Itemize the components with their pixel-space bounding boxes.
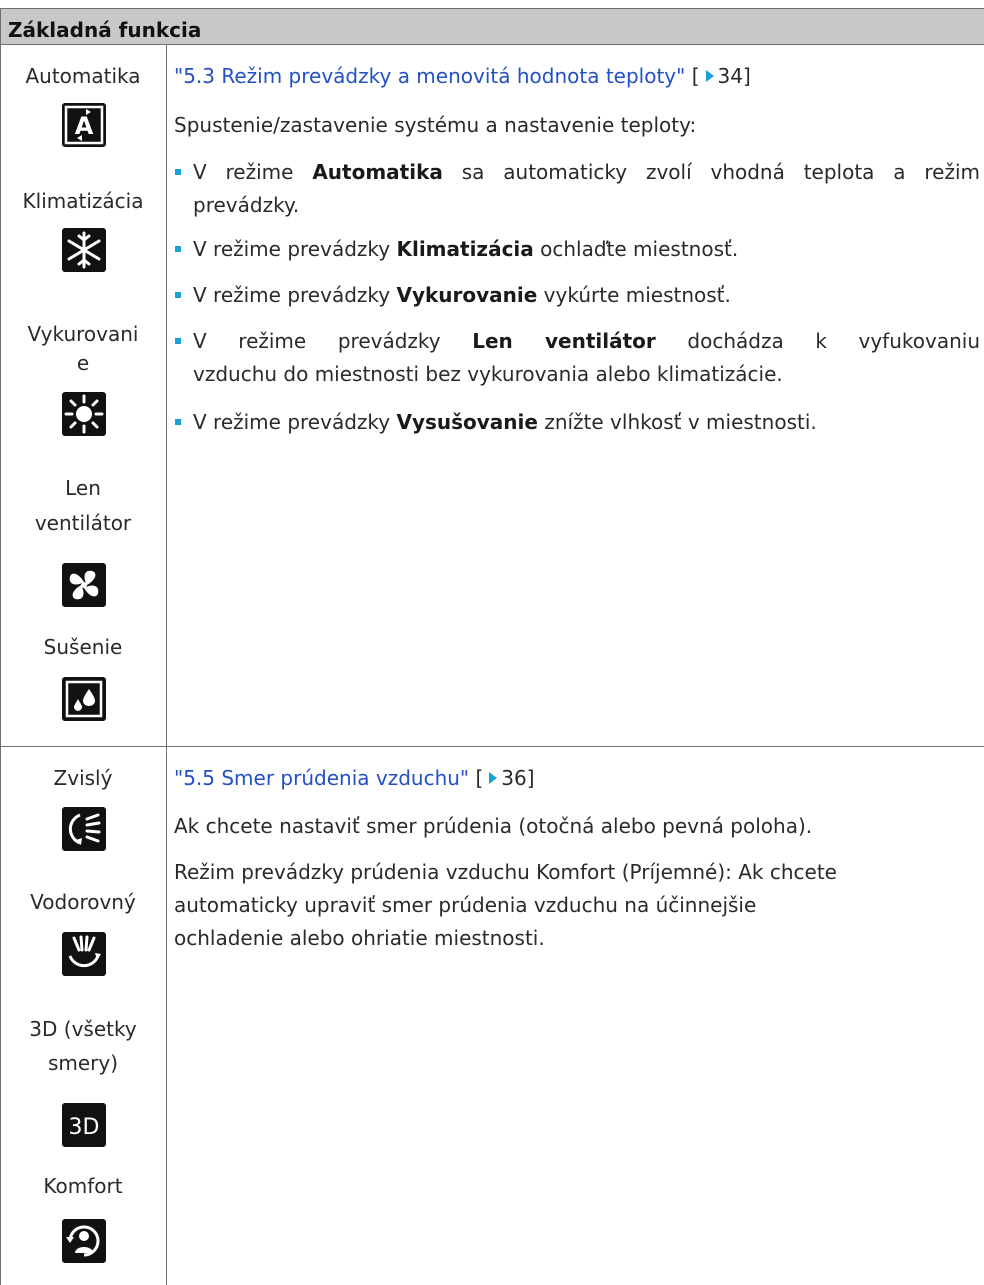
sun-icon (62, 392, 106, 436)
svg-text:A: A (75, 112, 94, 140)
mode-label-automatika: Automatika (25, 64, 141, 88)
bullet-icon (175, 246, 181, 252)
bullet-icon (175, 292, 181, 298)
section2-para2-line2: automaticky upraviť smer prúdenia vzduch… (174, 893, 757, 917)
mode-label-len-2: ventilátor (34, 511, 132, 535)
mode-label-3d-2: smery) (47, 1051, 119, 1075)
mode-label-komfort: Komfort (43, 1174, 123, 1198)
horizontal-swing-icon (62, 932, 106, 976)
page-arrow-icon (705, 70, 714, 82)
list-item: V režime prevádzky Vykurovanie vykúrte m… (174, 279, 980, 312)
reference-line-2: "5.5 Smer prúdenia vzduchu" [36] (174, 766, 535, 790)
list-item: V režime prevádzky Vysušovanie znížte vl… (174, 406, 980, 439)
section2-para2-line3: ochladenie alebo ohriatie miestnosti. (174, 926, 545, 950)
reference-link-5-3[interactable]: "5.3 Režim prevádzky a menovitá hodnota … (174, 64, 685, 88)
svg-text:3D: 3D (69, 1115, 100, 1140)
mode-label-klimatizacia: Klimatizácia (22, 189, 144, 213)
header-title: Základná funkcia (8, 18, 202, 42)
mode-label-3d-1: 3D (všetky (29, 1017, 137, 1041)
mode-label-vodorovny: Vodorovný (30, 890, 136, 914)
section2-para1: Ak chcete nastaviť smer prúdenia (otočná… (174, 814, 813, 838)
bullet-icon (175, 338, 181, 344)
row-divider (0, 746, 984, 747)
table-header: Základná funkcia (0, 8, 984, 45)
bullet-icon (175, 169, 181, 175)
section2-para2-line1: Režim prevádzky prúdenia vzduchu Komfort… (174, 860, 837, 884)
mode-label-zvisly: Zvislý (53, 766, 113, 790)
column-divider (166, 45, 167, 1285)
reference-line-1: "5.3 Režim prevádzky a menovitá hodnota … (174, 64, 751, 88)
fan-icon (62, 563, 106, 607)
function-table: Základná funkcia Automatika A Klimatizác… (0, 0, 984, 1285)
water-drop-icon (62, 677, 106, 721)
reference-page-36[interactable]: 36 (501, 766, 526, 790)
comfort-airflow-icon (62, 1219, 106, 1263)
mode-label-vykurovanie-2: e (76, 351, 90, 375)
mode-label-susenie: Sušenie (43, 635, 123, 659)
mode-label-len-1: Len (65, 476, 101, 500)
reference-link-5-5[interactable]: "5.5 Smer prúdenia vzduchu" (174, 766, 469, 790)
list-item: V režime prevádzky Len ventilátor dochád… (174, 325, 980, 391)
list-item: V režime Automatika sa automaticky zvolí… (174, 156, 980, 222)
section1-intro: Spustenie/zastavenie systému a nastaveni… (174, 113, 697, 137)
page-arrow-icon (489, 772, 498, 784)
snowflake-icon (62, 228, 106, 272)
reference-page-34[interactable]: 34 (718, 64, 743, 88)
bullet-icon (175, 419, 181, 425)
3d-icon: 3D (62, 1103, 106, 1147)
auto-mode-icon: A (62, 103, 106, 147)
list-item: V režime prevádzky Klimatizácia ochlaďte… (174, 233, 980, 266)
vertical-swing-icon (62, 807, 106, 851)
